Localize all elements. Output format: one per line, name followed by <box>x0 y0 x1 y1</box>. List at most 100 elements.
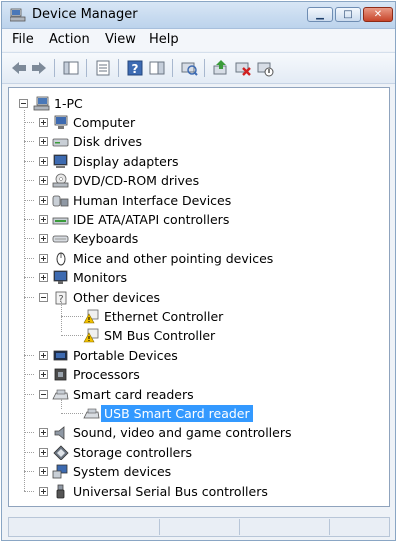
expand-toggle[interactable] <box>39 428 48 437</box>
tree-item-dvd-cd-rom-drives[interactable]: DVD/CD-ROM drives <box>9 171 389 190</box>
expand-toggle[interactable] <box>39 370 48 379</box>
selected-tree-item-label: USB Smart Card reader <box>101 405 253 422</box>
tree-item-sm-bus-controller[interactable]: SM Bus Controller <box>9 326 389 345</box>
display-adapter-icon <box>52 154 69 169</box>
close-icon: ✕ <box>364 8 392 21</box>
tree-item-label: Storage controllers <box>73 443 192 462</box>
tree-item-label: Sound, video and game controllers <box>73 423 292 442</box>
tree-item-sound-video-and-game-controllers[interactable]: Sound, video and game controllers <box>9 423 389 442</box>
back-arrow-icon[interactable] <box>10 59 28 77</box>
expand-toggle[interactable] <box>39 176 48 185</box>
menu-help[interactable]: Help <box>149 32 179 47</box>
update-driver-icon[interactable] <box>212 59 230 77</box>
expand-toggle[interactable] <box>39 487 48 496</box>
expand-toggle[interactable] <box>39 234 48 243</box>
tree-item-label: Universal Serial Bus controllers <box>73 482 268 501</box>
tree-connector <box>24 394 34 395</box>
tree-item-keyboards[interactable]: Keyboards <box>9 229 389 248</box>
expand-toggle[interactable] <box>39 254 48 263</box>
portable-device-icon <box>52 348 69 363</box>
expand-toggle[interactable] <box>39 273 48 282</box>
tree-connector <box>24 110 25 491</box>
tree-item-label: SM Bus Controller <box>104 326 215 345</box>
expand-toggle[interactable] <box>39 196 48 205</box>
ide-controller-icon <box>52 212 69 227</box>
tree-item-other-devices[interactable]: ?Other devices <box>9 288 389 307</box>
help-icon[interactable]: ? <box>126 59 144 77</box>
tree-connector <box>61 413 83 414</box>
collapse-toggle[interactable] <box>19 99 28 108</box>
tree-item-label: DVD/CD-ROM drives <box>73 171 199 190</box>
tree-item-human-interface-devices[interactable]: Human Interface Devices <box>9 191 389 210</box>
tree-item-label: Display adapters <box>73 152 178 171</box>
maximize-button[interactable]: □ <box>335 7 361 22</box>
tree-item-storage-controllers[interactable]: Storage controllers <box>9 443 389 462</box>
tree-connector <box>24 122 34 123</box>
expand-toggle[interactable] <box>39 157 48 166</box>
tree-item-label: Mice and other pointing devices <box>73 249 273 268</box>
expand-toggle[interactable] <box>39 137 48 146</box>
tree-item-ethernet-controller[interactable]: Ethernet Controller <box>9 307 389 326</box>
tree-connector <box>24 471 34 472</box>
tree-item-label: Other devices <box>73 288 160 307</box>
usb-icon <box>52 484 69 499</box>
action-pane-icon[interactable] <box>148 59 166 77</box>
show-hide-console-tree-icon[interactable] <box>62 59 80 77</box>
tree-connector <box>24 258 34 259</box>
expand-toggle[interactable] <box>39 215 48 224</box>
smart-card-reader-icon <box>83 406 100 421</box>
forward-arrow-icon[interactable] <box>30 59 48 77</box>
expand-toggle[interactable] <box>39 467 48 476</box>
expand-toggle[interactable] <box>39 448 48 457</box>
monitor-icon <box>52 270 69 285</box>
title-bar[interactable]: Device Manager ▁ □ ✕ <box>2 2 395 29</box>
tree-connector <box>24 277 34 278</box>
tree-connector <box>24 180 34 181</box>
uninstall-icon[interactable] <box>234 59 252 77</box>
mouse-icon <box>52 251 69 266</box>
tree-item-label: Keyboards <box>73 229 138 248</box>
menu-file[interactable]: File <box>12 32 34 47</box>
tree-item-ide-ata-atapi-controllers[interactable]: IDE ATA/ATAPI controllers <box>9 210 389 229</box>
menu-action[interactable]: Action <box>49 32 90 47</box>
toolbar-separator <box>86 59 87 77</box>
tree-item-smart-card-readers[interactable]: Smart card readers <box>9 385 389 404</box>
expand-toggle[interactable] <box>39 118 48 127</box>
tree-root[interactable]: 1-PC <box>9 94 389 113</box>
toolbar-separator <box>204 59 205 77</box>
expand-toggle[interactable] <box>39 351 48 360</box>
tree-connector <box>24 491 34 492</box>
tree-item-processors[interactable]: Processors <box>9 365 389 384</box>
tree-item-monitors[interactable]: Monitors <box>9 268 389 287</box>
tree-item-disk-drives[interactable]: Disk drives <box>9 132 389 151</box>
properties-icon[interactable] <box>94 59 112 77</box>
tree-connector <box>61 302 62 332</box>
collapse-toggle[interactable] <box>39 390 48 399</box>
tree-item-label: Disk drives <box>73 132 142 151</box>
speaker-icon <box>52 425 69 440</box>
hid-icon <box>52 193 69 208</box>
scan-hardware-icon[interactable] <box>180 59 198 77</box>
toolbar-separator <box>172 59 173 77</box>
tree-connector <box>24 297 34 298</box>
collapse-toggle[interactable] <box>39 293 48 302</box>
system-device-icon <box>52 464 69 479</box>
tree-item-universal-serial-bus-controllers[interactable]: Universal Serial Bus controllers <box>9 482 389 501</box>
tree-connector <box>24 355 34 356</box>
minimize-button[interactable]: ▁ <box>307 7 333 22</box>
tree-item-label: Human Interface Devices <box>73 191 231 210</box>
close-button[interactable]: ✕ <box>363 7 393 22</box>
tree-item-label: Computer <box>73 113 135 132</box>
tree-item-portable-devices[interactable]: Portable Devices <box>9 346 389 365</box>
disable-icon[interactable] <box>256 59 274 77</box>
tree-item-mice-and-other-pointing-devices[interactable]: Mice and other pointing devices <box>9 249 389 268</box>
tree-item-computer[interactable]: Computer <box>9 113 389 132</box>
tree-item-usb-smart-card-reader[interactable]: USB Smart Card reader <box>9 404 389 423</box>
status-bar <box>8 517 390 537</box>
menu-view[interactable]: View <box>105 32 136 47</box>
tree-item-system-devices[interactable]: System devices <box>9 462 389 481</box>
tree-item-label: System devices <box>73 462 171 481</box>
toolbar-separator <box>118 59 119 77</box>
tree-connector <box>24 374 34 375</box>
tree-item-display-adapters[interactable]: Display adapters <box>9 152 389 171</box>
